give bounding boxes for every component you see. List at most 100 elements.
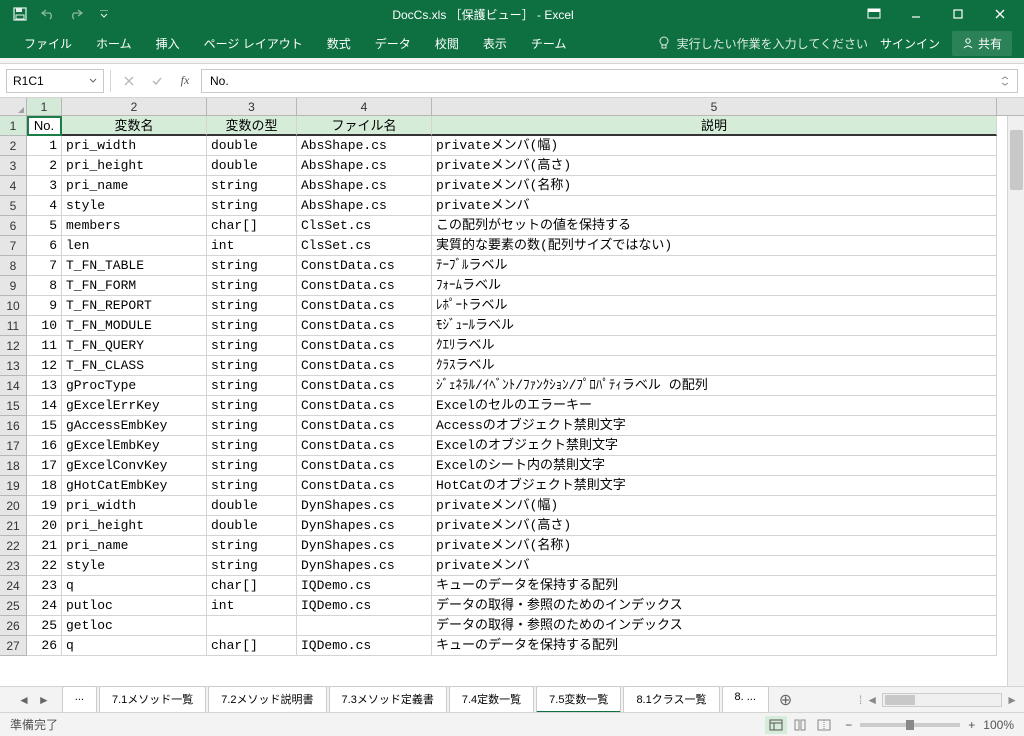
cell[interactable]: 7 <box>27 256 62 276</box>
cell[interactable]: ConstData.cs <box>297 416 432 436</box>
cell[interactable]: 10 <box>27 316 62 336</box>
ribbon-tab[interactable]: データ <box>363 29 423 58</box>
cell[interactable]: Excelのセルのエラーキー <box>432 396 997 416</box>
cell[interactable]: ClsSet.cs <box>297 236 432 256</box>
cell[interactable]: string <box>207 276 297 296</box>
cell[interactable] <box>207 616 297 636</box>
redo-icon[interactable] <box>68 6 84 22</box>
sheet-tab[interactable]: 7.5変数一覧 <box>536 686 621 713</box>
fx-icon[interactable]: fx <box>173 70 197 92</box>
cell[interactable]: pri_width <box>62 496 207 516</box>
row-header[interactable]: 18 <box>0 456 27 476</box>
cell[interactable]: DynShapes.cs <box>297 516 432 536</box>
cell[interactable]: string <box>207 196 297 216</box>
cell[interactable]: 5 <box>27 216 62 236</box>
cell[interactable]: char[] <box>207 216 297 236</box>
row-header[interactable]: 25 <box>0 596 27 616</box>
cell[interactable]: string <box>207 416 297 436</box>
ribbon-display-icon[interactable] <box>854 0 894 28</box>
cell[interactable]: 13 <box>27 376 62 396</box>
cell[interactable]: ｼﾞｪﾈﾗﾙ/ｲﾍﾞﾝﾄ/ﾌｧﾝｸｼｮﾝ/ﾌﾟﾛﾊﾟﾃｨラベル の配列 <box>432 376 997 396</box>
table-header-cell[interactable]: 変数名 <box>62 116 207 136</box>
save-icon[interactable] <box>12 6 28 22</box>
zoom-in-icon[interactable]: + <box>968 718 975 732</box>
cell[interactable]: 18 <box>27 476 62 496</box>
row-header[interactable]: 19 <box>0 476 27 496</box>
cell[interactable]: データの取得・参照のためのインデックス <box>432 616 997 636</box>
cell[interactable]: gExcelEmbKey <box>62 436 207 456</box>
table-header-cell[interactable]: ファイル名 <box>297 116 432 136</box>
cell[interactable]: ConstData.cs <box>297 396 432 416</box>
cell[interactable]: string <box>207 296 297 316</box>
cell[interactable]: privateメンバ(幅) <box>432 136 997 156</box>
cell[interactable]: gAccessEmbKey <box>62 416 207 436</box>
row-header[interactable]: 27 <box>0 636 27 656</box>
cell[interactable]: 11 <box>27 336 62 356</box>
cell[interactable]: char[] <box>207 636 297 656</box>
cell[interactable]: ConstData.cs <box>297 256 432 276</box>
cell[interactable]: string <box>207 256 297 276</box>
cell[interactable]: DynShapes.cs <box>297 556 432 576</box>
cell[interactable]: ConstData.cs <box>297 296 432 316</box>
cell[interactable]: ConstData.cs <box>297 336 432 356</box>
cell[interactable]: T_FN_TABLE <box>62 256 207 276</box>
cell[interactable]: ConstData.cs <box>297 436 432 456</box>
cell[interactable]: members <box>62 216 207 236</box>
cell[interactable]: q <box>62 636 207 656</box>
close-button[interactable] <box>980 0 1020 28</box>
row-header[interactable]: 9 <box>0 276 27 296</box>
cell[interactable]: AbsShape.cs <box>297 196 432 216</box>
cell[interactable]: pri_name <box>62 176 207 196</box>
cell[interactable]: string <box>207 396 297 416</box>
row-header[interactable]: 24 <box>0 576 27 596</box>
cell[interactable]: privateメンバ(名称) <box>432 176 997 196</box>
cell[interactable]: ConstData.cs <box>297 476 432 496</box>
col-header[interactable]: 3 <box>207 98 297 115</box>
cell[interactable]: gHotCatEmbKey <box>62 476 207 496</box>
cell[interactable]: privateメンバ <box>432 556 997 576</box>
page-layout-view-icon[interactable] <box>789 716 811 734</box>
cell[interactable]: この配列がセットの値を保持する <box>432 216 997 236</box>
cell[interactable]: int <box>207 236 297 256</box>
row-header[interactable]: 21 <box>0 516 27 536</box>
cell[interactable]: IQDemo.cs <box>297 596 432 616</box>
formula-input[interactable]: No. <box>201 69 1018 93</box>
cell[interactable]: string <box>207 476 297 496</box>
cell[interactable]: string <box>207 176 297 196</box>
horizontal-scrollbar[interactable] <box>882 693 1002 707</box>
cell[interactable]: style <box>62 556 207 576</box>
cell[interactable]: ﾚﾎﾟｰﾄラベル <box>432 296 997 316</box>
cancel-icon[interactable] <box>117 70 141 92</box>
cell[interactable]: q <box>62 576 207 596</box>
tab-nav-prev-icon[interactable]: ◄ <box>18 693 30 707</box>
cell[interactable]: T_FN_QUERY <box>62 336 207 356</box>
col-header[interactable]: 4 <box>297 98 432 115</box>
cell[interactable]: ｸﾗｽラベル <box>432 356 997 376</box>
cell[interactable]: 3 <box>27 176 62 196</box>
row-header[interactable]: 8 <box>0 256 27 276</box>
row-header[interactable]: 11 <box>0 316 27 336</box>
cell[interactable]: 21 <box>27 536 62 556</box>
cell[interactable]: T_FN_REPORT <box>62 296 207 316</box>
cell[interactable]: 2 <box>27 156 62 176</box>
cell[interactable]: 24 <box>27 596 62 616</box>
cell[interactable]: 4 <box>27 196 62 216</box>
cell[interactable]: len <box>62 236 207 256</box>
dropdown-icon[interactable] <box>89 78 97 84</box>
row-header[interactable]: 14 <box>0 376 27 396</box>
cell[interactable]: string <box>207 316 297 336</box>
cell[interactable]: キューのデータを保持する配列 <box>432 576 997 596</box>
cell[interactable]: 12 <box>27 356 62 376</box>
cell[interactable]: privateメンバ(幅) <box>432 496 997 516</box>
expand-icon[interactable] <box>1001 76 1009 86</box>
ribbon-tab[interactable]: ホーム <box>84 29 144 58</box>
cell[interactable]: DynShapes.cs <box>297 496 432 516</box>
cell[interactable]: 14 <box>27 396 62 416</box>
cell[interactable]: 25 <box>27 616 62 636</box>
row-header[interactable]: 6 <box>0 216 27 236</box>
zoom-level[interactable]: 100% <box>983 718 1014 732</box>
cell[interactable]: 17 <box>27 456 62 476</box>
row-header[interactable]: 22 <box>0 536 27 556</box>
cell[interactable]: gProcType <box>62 376 207 396</box>
cell[interactable]: HotCatのオブジェクト禁則文字 <box>432 476 997 496</box>
